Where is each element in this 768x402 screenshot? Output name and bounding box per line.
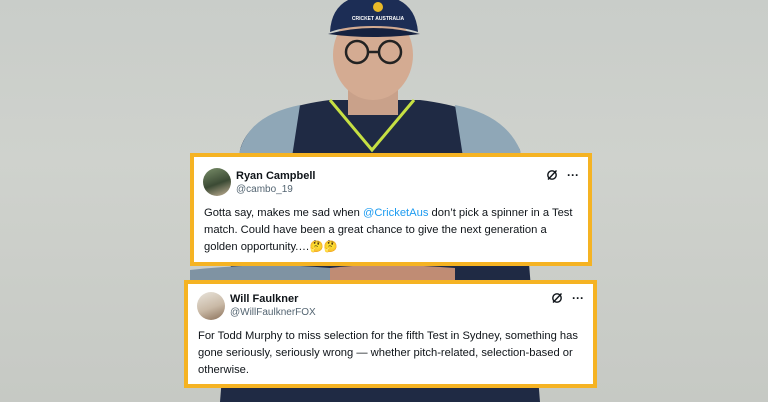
tweet-actions: ··· [551, 292, 584, 304]
author-handle[interactable]: @cambo_19 [236, 184, 293, 195]
more-icon[interactable]: ··· [567, 169, 579, 181]
grok-icon[interactable] [546, 169, 558, 181]
tweet-text: Gotta say, makes me sad when @CricketAus… [204, 207, 573, 253]
tweet-text: For Todd Murphy to miss selection for th… [198, 330, 578, 376]
thinking-emoji: 🤔🤔 [309, 241, 338, 253]
cap-logo-text: CRICKET AUSTRALIA [352, 16, 405, 22]
tweet-card-ryan-campbell[interactable]: Ryan Campbell @cambo_19 ··· Gotta say, m… [190, 153, 592, 266]
more-icon[interactable]: ··· [572, 292, 584, 304]
author-name[interactable]: Ryan Campbell [236, 170, 315, 182]
grok-icon[interactable] [551, 292, 563, 304]
author-name[interactable]: Will Faulkner [230, 293, 298, 305]
tweet-card-will-faulkner[interactable]: Will Faulkner @WillFaulknerFOX ··· For T… [184, 280, 597, 388]
avatar[interactable] [203, 168, 231, 196]
avatar[interactable] [197, 292, 225, 320]
tweet-actions: ··· [546, 169, 579, 181]
author-handle[interactable]: @WillFaulknerFOX [230, 307, 316, 318]
mention-link[interactable]: @CricketAus [363, 207, 428, 219]
